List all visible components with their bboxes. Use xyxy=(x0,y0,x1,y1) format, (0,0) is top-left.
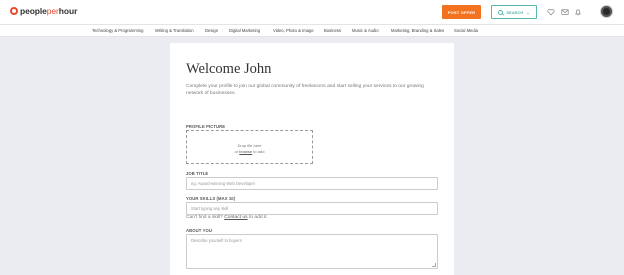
search-button[interactable]: SEARCH ⌄ xyxy=(491,5,537,19)
category-digital-marketing[interactable]: Digital Marketing xyxy=(229,28,260,33)
contact-us-link[interactable]: Contact us xyxy=(224,215,247,220)
about-you-textarea[interactable]: Describe yourself to buyers xyxy=(186,234,438,269)
heart-icon[interactable] xyxy=(547,8,555,16)
skill-help-text: Can't find a skill? Contact us to add it… xyxy=(186,215,268,220)
category-nav: Technology & Programming Writing & Trans… xyxy=(0,24,624,37)
chevron-down-icon: ⌄ xyxy=(526,9,530,15)
logo-text-people: people xyxy=(20,6,47,16)
category-business[interactable]: Business xyxy=(324,28,341,33)
about-you-placeholder: Describe yourself to buyers xyxy=(191,238,242,243)
page-title: Welcome John xyxy=(186,61,272,77)
category-technology-programming[interactable]: Technology & Programming xyxy=(92,28,143,33)
skills-label: YOUR SKILLS (MAX 10) xyxy=(186,196,236,201)
profile-picture-label: PROFILE PICTURE xyxy=(186,124,226,129)
profile-picture-dropzone[interactable]: Drop file here or browse to add xyxy=(186,130,313,164)
drop-text: Drop file here xyxy=(237,143,262,148)
intro-text: Complete your profile to join our global… xyxy=(186,84,424,96)
drop-or-text: or xyxy=(234,149,239,154)
skill-help-suffix: to add it. xyxy=(248,215,268,220)
top-header: peopleperhour POST OFFER SEARCH ⌄ xyxy=(0,0,624,24)
skills-placeholder: Start typing any skill xyxy=(191,206,229,211)
job-title-label: JOB TITLE xyxy=(186,171,209,176)
drop-to-add-text: to add xyxy=(253,149,265,154)
category-design[interactable]: Design xyxy=(205,28,218,33)
search-icon xyxy=(498,9,504,15)
category-writing-translation[interactable]: Writing & Translation xyxy=(155,28,194,33)
category-social-media[interactable]: Social Media xyxy=(454,28,478,33)
bell-icon[interactable] xyxy=(574,8,582,16)
job-title-input[interactable]: eg. Award-winning Web Developer xyxy=(186,177,438,190)
resize-handle-icon[interactable] xyxy=(432,263,436,267)
category-marketing-branding-sales[interactable]: Marketing, Branding & Sales xyxy=(391,28,444,33)
logo-text-hour: hour xyxy=(58,6,78,16)
post-offer-button[interactable]: POST OFFER xyxy=(442,5,481,19)
logo-text-per: per xyxy=(46,6,59,16)
skill-help-prefix: Can't find a skill? xyxy=(186,215,223,220)
logo[interactable]: peopleperhour xyxy=(10,6,77,16)
user-avatar[interactable] xyxy=(600,5,613,18)
profile-form-card: Welcome John Complete your profile to jo… xyxy=(170,43,454,275)
search-label: SEARCH xyxy=(506,9,524,15)
job-title-placeholder: eg. Award-winning Web Developer xyxy=(191,181,256,186)
skills-input[interactable]: Start typing any skill xyxy=(186,202,438,215)
mail-icon[interactable] xyxy=(561,8,569,16)
category-video-photo-image[interactable]: Video, Photo & Image xyxy=(273,28,314,33)
category-music-audio[interactable]: Music & Audio xyxy=(352,28,379,33)
logo-mark-icon xyxy=(10,7,18,15)
browse-link[interactable]: browse xyxy=(239,149,252,154)
about-you-label: ABOUT YOU xyxy=(186,228,212,233)
